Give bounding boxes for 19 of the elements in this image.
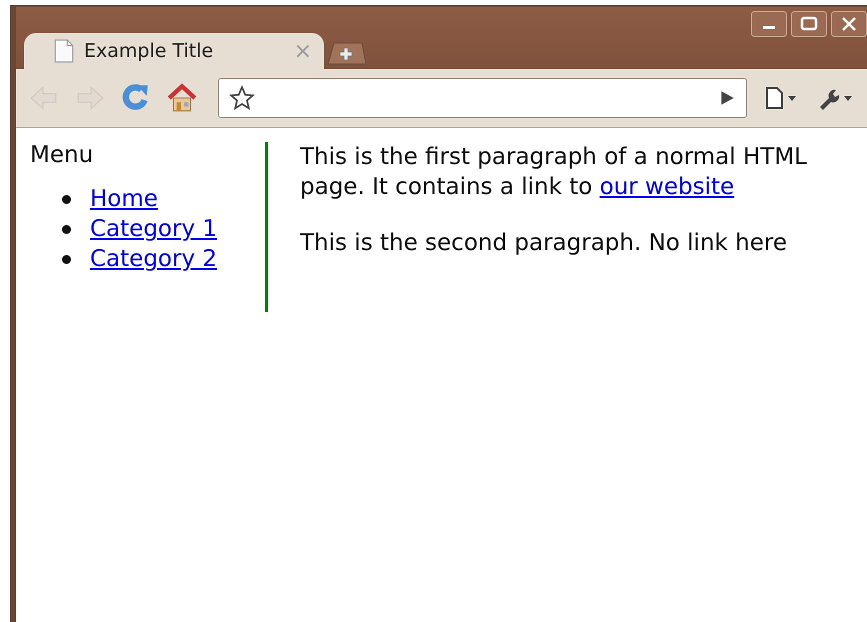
menu-link[interactable]: Home [90,184,158,214]
bullet-icon [62,194,71,204]
menu-heading: Menu [30,142,94,168]
new-tab-button[interactable] [326,41,366,65]
tab-title: Example Title [84,40,214,62]
paragraph: This is the second paragraph. No link here [300,229,788,258]
maximize-button[interactable] [791,11,827,37]
menu-link[interactable]: Category 2 [90,244,218,274]
page-icon [54,39,74,63]
bullet-icon [62,224,71,234]
browser-tab[interactable]: Example Title × [24,33,324,69]
close-button[interactable] [831,11,867,37]
website-link[interactable]: our website [600,174,734,200]
bullet-icon [62,254,71,264]
minimize-button[interactable] [751,11,787,37]
star-icon[interactable] [229,85,255,111]
menu-link[interactable]: Category 1 [90,214,218,244]
paragraph: This is the first paragraph of a normal HTML page. It contains a link to our website [300,143,808,202]
home-button[interactable] [166,82,198,114]
